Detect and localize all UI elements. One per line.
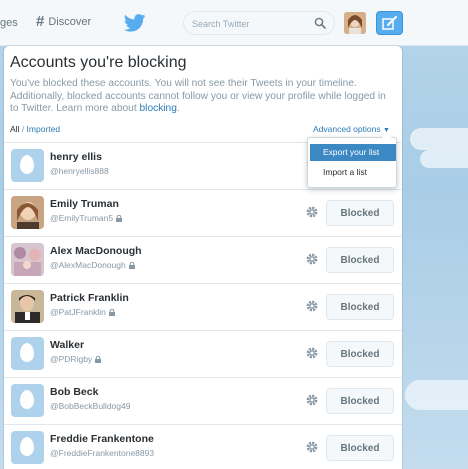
egg-icon (20, 437, 34, 456)
description-period: . (176, 103, 180, 114)
blocked-account-row[interactable]: Patrick Franklin @PatJFranklin Blocked (4, 283, 402, 330)
account-handle: @AlexMacDonough (50, 260, 135, 270)
account-name[interactable]: Bob Beck (50, 386, 98, 398)
advanced-options-menu: Export your list Import a list (307, 132, 397, 188)
blocked-button[interactable]: Blocked (326, 247, 394, 273)
egg-icon (20, 343, 34, 362)
gear-icon[interactable] (305, 205, 319, 219)
blocked-account-row[interactable]: Alex MacDonough @AlexMacDonough Blocked (4, 236, 402, 283)
gear-icon[interactable] (305, 440, 319, 454)
account-handle: @PatJFranklin (50, 307, 115, 317)
description-text: You've blocked these accounts. You will … (10, 78, 386, 114)
gear-icon[interactable] (305, 346, 319, 360)
default-avatar[interactable] (11, 431, 44, 464)
avatar-photo (11, 243, 44, 276)
filter-tabs: All / Imported (10, 124, 60, 134)
account-handle-text: @AlexMacDonough (50, 260, 126, 270)
account-name[interactable]: henry ellis (50, 151, 102, 163)
account-handle-text: @EmilyTruman5 (50, 213, 114, 223)
account-handle: @BobBeckBulldog49 (50, 401, 131, 411)
blocked-accounts-card: Accounts you're blocking You've blocked … (4, 46, 402, 469)
nav-discover-label: Discover (48, 16, 92, 28)
blocked-button[interactable]: Blocked (326, 435, 394, 461)
card-header: Accounts you're blocking You've blocked … (10, 54, 394, 116)
blocked-button[interactable]: Blocked (326, 200, 394, 226)
search-box[interactable] (183, 11, 335, 35)
avatar-photo (11, 196, 44, 229)
account-avatar[interactable] (11, 290, 44, 323)
egg-icon (20, 390, 34, 409)
account-handle-text: @PatJFranklin (50, 307, 106, 317)
background-cloud (410, 128, 468, 150)
nav-discover-link[interactable]: # Discover (36, 13, 92, 30)
top-navigation-bar: ges # Discover (0, 0, 468, 46)
compose-tweet-button[interactable] (376, 11, 403, 35)
search-icon[interactable] (314, 17, 326, 29)
avatar-photo (11, 290, 44, 323)
blocked-account-row[interactable]: Freddie Frankentone @FreddieFrankentone8… (4, 424, 402, 469)
user-avatar[interactable] (344, 12, 366, 34)
background-cloud (420, 150, 468, 168)
account-handle: @FreddieFrankentone8893 (50, 448, 155, 458)
account-name[interactable]: Freddie Frankentone (50, 433, 154, 445)
lock-icon (95, 356, 102, 363)
gear-icon[interactable] (305, 252, 319, 266)
page-description: You've blocked these accounts. You will … (10, 78, 394, 116)
lock-icon (128, 262, 135, 269)
hashtag-icon: # (36, 13, 45, 30)
filter-separator: / (19, 124, 27, 134)
default-avatar[interactable] (11, 337, 44, 370)
blocked-button[interactable]: Blocked (326, 294, 394, 320)
twitter-bird-icon[interactable] (124, 14, 146, 32)
default-avatar[interactable] (11, 149, 44, 182)
gear-icon[interactable] (305, 299, 319, 313)
default-avatar[interactable] (11, 384, 44, 417)
account-name[interactable]: Alex MacDonough (50, 245, 142, 257)
advanced-options-label: Advanced options (313, 124, 381, 134)
egg-icon (20, 155, 34, 174)
blocked-account-row[interactable]: Emily Truman @EmilyTruman5 Blocked (4, 189, 402, 236)
blocked-button[interactable]: Blocked (326, 341, 394, 367)
account-handle-text: @PDRigby (50, 354, 93, 364)
user-avatar-image (344, 12, 366, 34)
account-name[interactable]: Walker (50, 339, 84, 351)
lock-icon (108, 309, 115, 316)
menu-caret (382, 132, 392, 138)
learn-more-blocking-link[interactable]: blocking (140, 103, 177, 114)
compose-icon (382, 16, 397, 30)
blocked-button[interactable]: Blocked (326, 388, 394, 414)
background-cloud (405, 380, 468, 410)
lock-icon (116, 215, 123, 222)
account-avatar[interactable] (11, 243, 44, 276)
blocked-account-row[interactable]: Walker @PDRigby Blocked (4, 330, 402, 377)
account-handle: @henryellis888 (50, 166, 109, 176)
gear-icon[interactable] (305, 393, 319, 407)
import-list-menu-item[interactable]: Import a list (310, 164, 396, 181)
search-input[interactable] (192, 16, 310, 31)
page-title: Accounts you're blocking (10, 54, 187, 71)
filter-imported-tab[interactable]: Imported (27, 124, 61, 134)
advanced-options-button[interactable]: Advanced options ▼ (313, 124, 390, 134)
account-handle: @EmilyTruman5 (50, 213, 123, 223)
nav-messages-link[interactable]: ges (0, 17, 18, 29)
account-name[interactable]: Emily Truman (50, 198, 119, 210)
account-name[interactable]: Patrick Franklin (50, 292, 129, 304)
export-list-menu-item[interactable]: Export your list (310, 144, 396, 161)
account-handle: @PDRigby (50, 354, 102, 364)
blocked-account-row[interactable]: Bob Beck @BobBeckBulldog49 Blocked (4, 377, 402, 424)
account-avatar[interactable] (11, 196, 44, 229)
